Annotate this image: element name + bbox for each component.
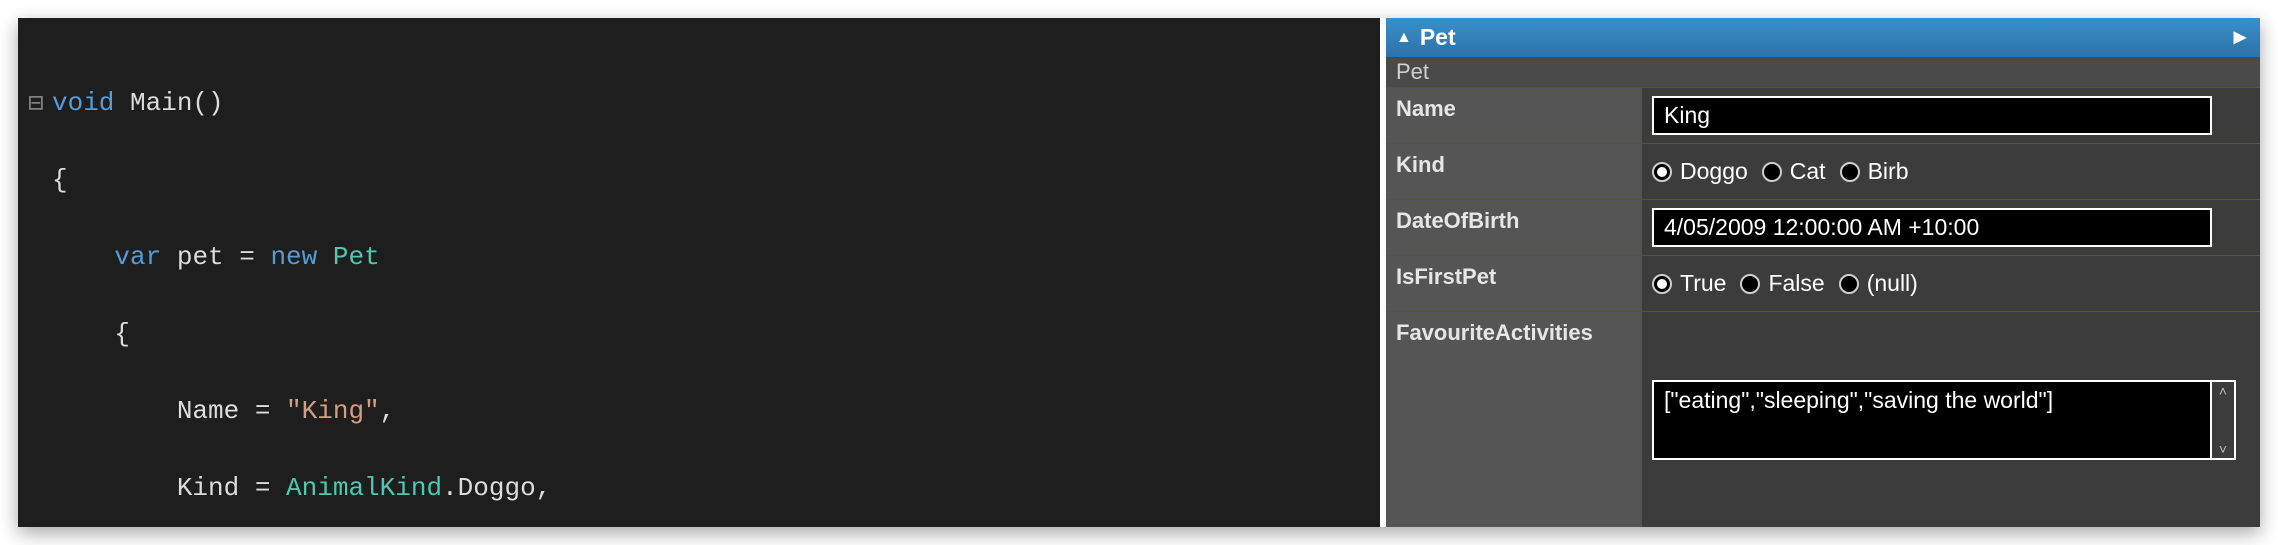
radio-dot-icon xyxy=(1839,274,1859,294)
code-token: Pet xyxy=(333,242,380,272)
radio-label: Doggo xyxy=(1680,158,1748,185)
fold-toggle-icon[interactable]: ⊟ xyxy=(28,84,44,122)
inspector-panel: ▲ Pet ▶ Pet Name Kind Doggo Cat Birb Dat… xyxy=(1380,18,2260,527)
field-label: Kind xyxy=(1386,144,1642,199)
radio-label: (null) xyxy=(1867,270,1918,297)
radio-kind-doggo[interactable]: Doggo xyxy=(1652,158,1748,185)
collapse-triangle-icon[interactable]: ▲ xyxy=(1396,30,1412,46)
radio-dot-icon xyxy=(1652,274,1672,294)
favouriteactivities-input[interactable] xyxy=(1652,380,2212,460)
app-frame: ⊟ void Main() { var pet = new Pet { Name … xyxy=(18,18,2260,527)
radio-label: Cat xyxy=(1790,158,1826,185)
panel-subtitle: Pet xyxy=(1386,57,2260,88)
code-token: { xyxy=(52,319,130,349)
code-token xyxy=(317,242,333,272)
code-token: Name = xyxy=(52,396,286,426)
radio-isfirstpet-null[interactable]: (null) xyxy=(1839,270,1918,297)
scroll-down-icon[interactable]: ˅ xyxy=(2219,442,2227,456)
expand-arrow-icon[interactable]: ▶ xyxy=(2234,30,2246,46)
kind-radio-group: Doggo Cat Birb xyxy=(1642,144,2260,199)
code-token: new xyxy=(270,242,317,272)
field-row-name: Name xyxy=(1386,88,2260,144)
code-token: , xyxy=(380,396,396,426)
code-token: var xyxy=(114,242,161,272)
isfirstpet-radio-group: True False (null) xyxy=(1642,256,2260,311)
radio-label: False xyxy=(1768,270,1824,297)
radio-isfirstpet-false[interactable]: False xyxy=(1740,270,1824,297)
field-label: IsFirstPet xyxy=(1386,256,1642,311)
field-row-kind: Kind Doggo Cat Birb xyxy=(1386,144,2260,200)
name-input[interactable] xyxy=(1652,96,2212,135)
panel-header[interactable]: ▲ Pet ▶ xyxy=(1386,18,2260,57)
code-token: "King" xyxy=(286,396,380,426)
textarea-scrollbar[interactable]: ˄ ˅ xyxy=(2212,380,2236,460)
code-token: void xyxy=(52,88,114,118)
field-label: Name xyxy=(1386,88,1642,143)
code-token: { xyxy=(52,165,68,195)
field-row-favourite: FavouriteActivities ˄ ˅ xyxy=(1386,312,2260,527)
panel-title: Pet xyxy=(1420,24,1456,51)
code-token: pet = xyxy=(161,242,270,272)
code-token xyxy=(52,242,114,272)
code-editor[interactable]: ⊟ void Main() { var pet = new Pet { Name … xyxy=(18,18,1380,527)
radio-dot-icon xyxy=(1652,162,1672,182)
code-token: Kind = xyxy=(52,473,286,503)
code-token: .Doggo, xyxy=(442,473,551,503)
radio-dot-icon xyxy=(1740,274,1760,294)
radio-kind-cat[interactable]: Cat xyxy=(1762,158,1826,185)
field-row-isfirstpet: IsFirstPet True False (null) xyxy=(1386,256,2260,312)
field-row-dob: DateOfBirth xyxy=(1386,200,2260,256)
scroll-up-icon[interactable]: ˄ xyxy=(2219,384,2227,398)
radio-kind-birb[interactable]: Birb xyxy=(1840,158,1909,185)
code-token: AnimalKind xyxy=(286,473,442,503)
radio-isfirstpet-true[interactable]: True xyxy=(1652,270,1726,297)
radio-dot-icon xyxy=(1762,162,1782,182)
dateofbirth-input[interactable] xyxy=(1652,208,2212,247)
code-token: Main() xyxy=(114,88,223,118)
radio-dot-icon xyxy=(1840,162,1860,182)
field-label: FavouriteActivities xyxy=(1386,312,1642,527)
field-label: DateOfBirth xyxy=(1386,200,1642,255)
radio-label: True xyxy=(1680,270,1726,297)
radio-label: Birb xyxy=(1868,158,1909,185)
